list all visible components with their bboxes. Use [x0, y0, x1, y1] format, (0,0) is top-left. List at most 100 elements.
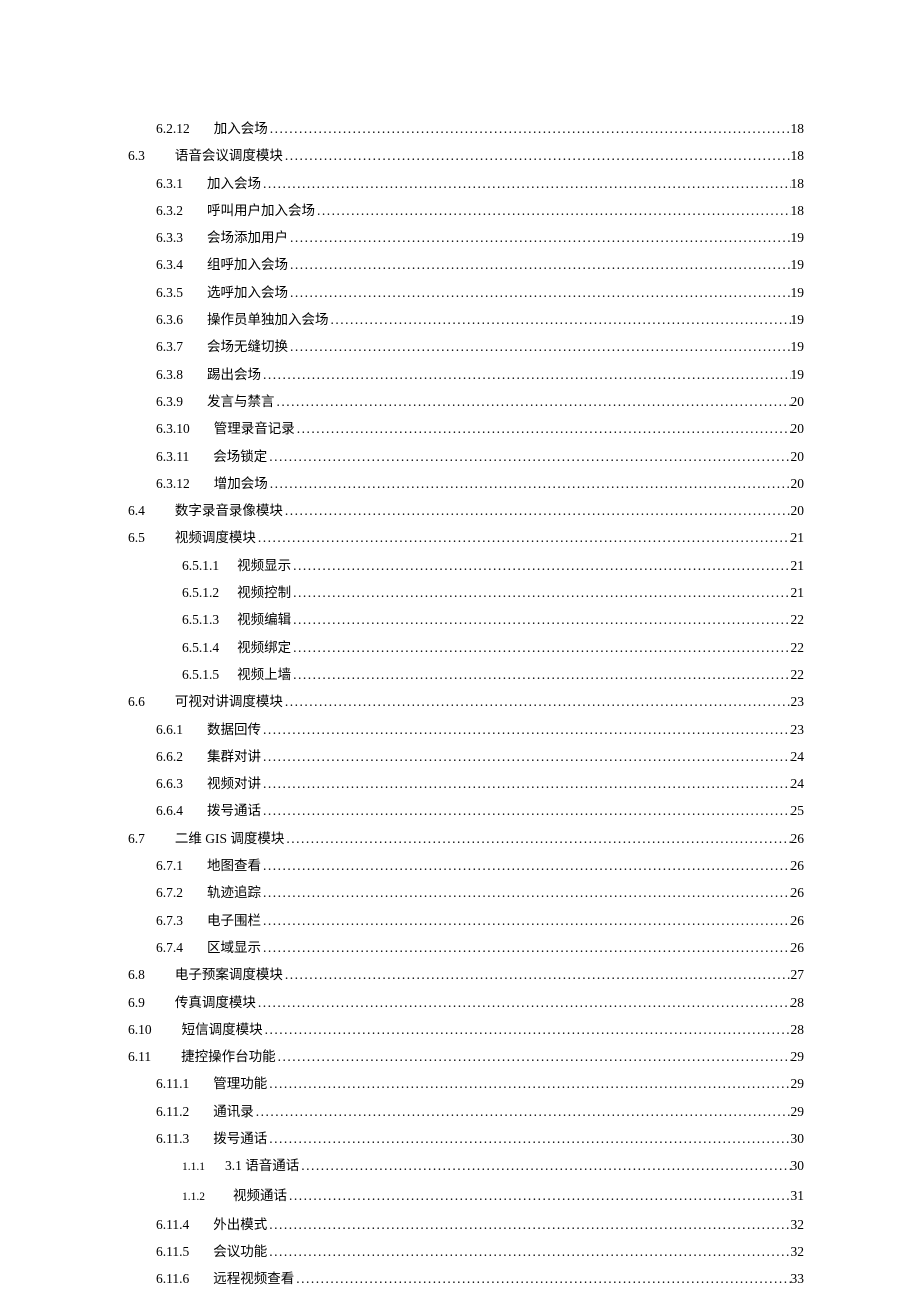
toc-entry[interactable]: 6.3.6 操作员单独加入会场..........................… [118, 306, 804, 333]
toc-page-number: 32 [791, 1211, 805, 1238]
toc-entry[interactable]: 1.1.2视频通话...............................… [118, 1182, 804, 1211]
toc-entry[interactable]: 6.3.11会场锁定..............................… [118, 443, 804, 470]
toc-entry[interactable]: 6.11.1管理功能..............................… [118, 1070, 804, 1097]
toc-leader: ........................................… [294, 1265, 790, 1292]
toc-title: 管理录音记录 [214, 415, 295, 442]
toc-number: 6.7.3 [156, 907, 183, 934]
toc-leader: ........................................… [267, 1238, 790, 1265]
toc-leader: ........................................… [315, 197, 791, 224]
toc-title: 视频调度模块 [175, 524, 256, 551]
toc-entry[interactable]: 1.1.13.1 语音通话...........................… [118, 1152, 804, 1181]
toc-title: 通讯录 [213, 1098, 254, 1125]
toc-leader: ........................................… [283, 961, 791, 988]
toc-entry[interactable]: 6.3语音会议调度模块.............................… [118, 142, 804, 169]
toc-number: 6.3.1 [156, 170, 183, 197]
toc-leader: ........................................… [261, 743, 791, 770]
toc-entry[interactable]: 6.3.2呼叫用户加入会场...........................… [118, 197, 804, 224]
toc-page-number: 30 [791, 1125, 805, 1152]
toc-title: 外出模式 [213, 1211, 267, 1238]
toc-number: 6.3.10 [156, 415, 190, 442]
toc-entry[interactable]: 6.10短信调度模块..............................… [118, 1016, 804, 1043]
toc-page-number: 19 [791, 251, 805, 278]
toc-leader: ........................................… [276, 1043, 791, 1070]
toc-number: 6.3.8 [156, 361, 183, 388]
toc-number: 6.11 [128, 1043, 151, 1070]
toc-leader: ........................................… [291, 606, 790, 633]
toc-title: 选呼加入会场 [207, 279, 288, 306]
toc-entry[interactable]: 6.5.1.4视频绑定.............................… [118, 634, 804, 661]
toc-title: 3.1 语音通话 [225, 1152, 299, 1179]
toc-leader: ........................................… [256, 524, 791, 551]
toc-entry[interactable]: 6.3.1加入会场...............................… [118, 170, 804, 197]
toc-number: 6.5 [128, 524, 145, 551]
toc-number: 6.11.3 [156, 1125, 189, 1152]
toc-title: 集群对讲 [207, 743, 261, 770]
toc-number: 6.4 [128, 497, 145, 524]
toc-number: 6.11.4 [156, 1211, 189, 1238]
toc-title: 操作员单独加入会场 [207, 306, 329, 333]
toc-entry[interactable]: 6.6.4拨号通话...............................… [118, 797, 804, 824]
toc-leader: ........................................… [267, 1211, 790, 1238]
toc-leader: ........................................… [295, 415, 791, 442]
toc-number: 6.7.2 [156, 879, 183, 906]
toc-entry[interactable]: 6.11.5会议功能..............................… [118, 1238, 804, 1265]
toc-entry[interactable]: 6.11.4 外出模式..............................… [118, 1211, 804, 1238]
toc-page-number: 32 [791, 1238, 805, 1265]
toc-leader: ........................................… [267, 443, 790, 470]
toc-entry[interactable]: 6.3.8踢出会场...............................… [118, 361, 804, 388]
toc-page-number: 33 [791, 1265, 805, 1292]
toc-title: 踢出会场 [207, 361, 261, 388]
toc-page-number: 26 [791, 825, 805, 852]
toc-entry[interactable]: 6.7.4区域显示...............................… [118, 934, 804, 961]
toc-number: 6.11.5 [156, 1238, 189, 1265]
toc-entry[interactable]: 6.5.1.2视频控制.............................… [118, 579, 804, 606]
toc-title: 视频绑定 [237, 634, 291, 661]
toc-entry[interactable]: 6.11.2通讯录...............................… [118, 1098, 804, 1125]
toc-title: 拨号通话 [207, 797, 261, 824]
toc-page-number: 26 [791, 879, 805, 906]
toc-entry[interactable]: 6.6.2集群对讲...............................… [118, 743, 804, 770]
toc-entry[interactable]: 6.2.12加入会场..............................… [118, 115, 804, 142]
toc-entry[interactable]: 6.6.1数据回传...............................… [118, 716, 804, 743]
toc-entry[interactable]: 6.5.1.1视频显示.............................… [118, 552, 804, 579]
toc-page-number: 26 [791, 852, 805, 879]
toc-entry[interactable]: 6.7.3电子围栏...............................… [118, 907, 804, 934]
toc-entry[interactable]: 6.5 视频调度模块...............................… [118, 524, 804, 551]
toc-leader: ........................................… [329, 306, 791, 333]
toc-entry[interactable]: 6.5.1.5视频上墙.............................… [118, 661, 804, 688]
toc-leader: ........................................… [288, 224, 791, 251]
toc-entry[interactable]: 6.3.5选呼加入会场.............................… [118, 279, 804, 306]
toc-entry[interactable]: 6.3.7会场无缝切换.............................… [118, 333, 804, 360]
toc-page-number: 28 [791, 1016, 805, 1043]
toc-entry[interactable]: 6.3.4组呼加入会场.............................… [118, 251, 804, 278]
toc-leader: ........................................… [283, 688, 791, 715]
toc-entry[interactable]: 6.4数字录音录像模块.............................… [118, 497, 804, 524]
toc-number: 6.3.12 [156, 470, 190, 497]
toc-page-number: 31 [791, 1182, 805, 1209]
toc-number: 6.5.1.4 [182, 634, 219, 661]
toc-entry[interactable]: 6.3.10 管理录音记录............................… [118, 415, 804, 442]
toc-entry[interactable]: 6.7.2轨迹追踪...............................… [118, 879, 804, 906]
toc-entry[interactable]: 6.7.1地图查看...............................… [118, 852, 804, 879]
toc-entry[interactable]: 6.5.1.3视频编辑.............................… [118, 606, 804, 633]
toc-entry[interactable]: 6.3.9发言与禁言..............................… [118, 388, 804, 415]
toc-page-number: 19 [791, 224, 805, 251]
toc-entry[interactable]: 6.6.3视频对讲...............................… [118, 770, 804, 797]
toc-leader: ........................................… [261, 934, 791, 961]
toc-entry[interactable]: 6.11捷控操作台功能.............................… [118, 1043, 804, 1070]
toc-entry[interactable]: 6.9传真调度模块...............................… [118, 989, 804, 1016]
toc-entry[interactable]: 6.3.3会场添加用户.............................… [118, 224, 804, 251]
toc-entry[interactable]: 6.6可视对讲调度模块.............................… [118, 688, 804, 715]
toc-number: 6.6.3 [156, 770, 183, 797]
toc-page-number: 20 [791, 443, 805, 470]
toc-entry[interactable]: 6.7二维 GIS 调度模块 .........................… [118, 825, 804, 852]
toc-entry[interactable]: 6.11.6远程视频查看............................… [118, 1265, 804, 1292]
toc-number: 6.7 [128, 825, 145, 852]
toc-entry[interactable]: 6.8电子预案调度模块.............................… [118, 961, 804, 988]
toc-number: 6.3.6 [156, 306, 183, 333]
toc-entry[interactable]: 6.3.12增加会场..............................… [118, 470, 804, 497]
toc-page-number: 29 [791, 1043, 805, 1070]
toc-title: 可视对讲调度模块 [175, 688, 283, 715]
toc-entry[interactable]: 6.11.3拨号通话..............................… [118, 1125, 804, 1152]
toc-page-number: 27 [791, 961, 805, 988]
